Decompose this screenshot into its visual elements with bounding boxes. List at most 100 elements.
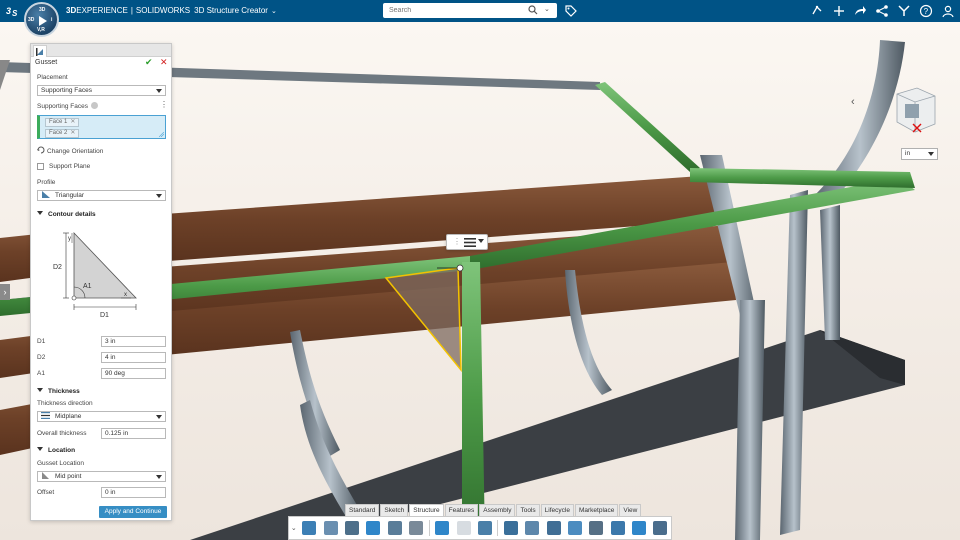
gusset-location-select[interactable]: Mid point — [37, 471, 166, 482]
compass-top-label: 3D — [39, 7, 46, 13]
network-icon[interactable] — [875, 4, 889, 18]
support-plane-checkbox[interactable] — [37, 163, 44, 170]
d1-field[interactable]: 3 in — [101, 336, 166, 347]
face-chip[interactable]: Face 1 ✕ — [45, 118, 80, 127]
measure-icon[interactable] — [586, 517, 607, 539]
tab-standard[interactable]: Standard — [345, 504, 380, 516]
diagram-x-label: x — [124, 292, 127, 298]
face-chip[interactable]: Face 2 ✕ — [45, 129, 80, 138]
remove-icon[interactable]: ✕ — [70, 130, 75, 136]
view-icon[interactable] — [607, 517, 628, 539]
panel-tab[interactable] — [33, 45, 47, 57]
search-dropdown-icon[interactable]: ⌄ — [544, 5, 550, 13]
units-select[interactable]: in — [901, 148, 938, 160]
diagram-a1-label: A1 — [83, 283, 92, 290]
contour-details-title: Contour details — [48, 211, 96, 218]
diagram-d1-label: D1 — [100, 312, 109, 319]
gusset-tab-icon — [36, 48, 43, 56]
rotate-view-icon[interactable] — [500, 517, 521, 539]
tab-marketplace[interactable]: Marketplace — [574, 504, 619, 516]
gusset-location-label: Gusset Location — [37, 460, 84, 467]
overall-thickness-label: Overall thickness — [37, 430, 87, 437]
member-icon[interactable] — [341, 517, 362, 539]
d2-field[interactable]: 4 in — [101, 352, 166, 363]
back-chevron-icon[interactable]: ‹ — [851, 96, 855, 108]
info-icon[interactable] — [90, 102, 98, 109]
a1-field[interactable]: 90 deg — [101, 368, 166, 379]
tag-icon[interactable] — [565, 5, 577, 17]
compass-icon[interactable]: 3D 3D i V,R — [24, 2, 59, 37]
drag-handle-icon[interactable]: ⋮ — [453, 238, 461, 246]
collapse-icon — [37, 388, 43, 392]
trim-icon[interactable] — [363, 517, 384, 539]
structure-icon[interactable] — [299, 517, 320, 539]
render-icon-glyph — [653, 521, 668, 535]
placement-select[interactable]: Supporting Faces — [37, 85, 166, 96]
frame-icon[interactable] — [320, 517, 341, 539]
tab-tools[interactable]: Tools — [516, 504, 540, 516]
cancel-close-icon[interactable]: ✕ — [160, 57, 168, 68]
location-title: Location — [48, 447, 76, 454]
display-style-icon-glyph — [546, 521, 561, 535]
display-style-icon[interactable] — [543, 517, 564, 539]
user-icon[interactable] — [941, 4, 955, 18]
thickness-section[interactable]: Thickness — [37, 388, 80, 395]
help-icon[interactable]: ? — [919, 4, 933, 18]
remove-icon[interactable]: ✕ — [70, 119, 75, 125]
offset-field[interactable]: 0 in — [101, 487, 166, 498]
section-icon[interactable] — [564, 517, 585, 539]
undo-icon[interactable] — [432, 517, 453, 539]
chevron-down-icon[interactable] — [478, 239, 484, 243]
app-brand[interactable]: 3DEXPERIENCE | SOLIDWORKS 3D Structure Crea… — [66, 6, 277, 15]
supporting-faces-list[interactable]: Face 1 ✕ Face 2 ✕ — [37, 115, 166, 139]
redo-icon[interactable] — [453, 517, 474, 539]
render-icon[interactable] — [650, 517, 671, 539]
compass-bottom-label: V,R — [37, 27, 45, 33]
share-icon[interactable] — [810, 4, 824, 18]
tab-structure[interactable]: Structure — [409, 504, 444, 516]
more-options-icon[interactable]: ⋮ — [160, 101, 168, 109]
collapse-icon — [37, 447, 43, 451]
ok-check-icon[interactable]: ✔ — [145, 57, 153, 68]
contour-details-section[interactable]: Contour details — [37, 211, 96, 218]
search-input[interactable] — [383, 3, 523, 18]
change-orientation-button[interactable]: Change Orientation — [37, 146, 103, 155]
tab-view[interactable]: View — [619, 504, 642, 516]
appearance-icon[interactable] — [628, 517, 649, 539]
svg-text:?: ? — [924, 7, 929, 16]
tab-assembly[interactable]: Assembly — [479, 504, 516, 516]
apply-and-continue-button[interactable]: Apply and Continue — [99, 506, 167, 518]
action-bar: ⌄ — [288, 516, 672, 540]
d1-label: D1 — [37, 338, 46, 345]
view-orientation-icon[interactable] — [522, 517, 543, 539]
viewcube-icon[interactable] — [887, 84, 939, 136]
top-bar: 3S 3DEXPERIENCE | SOLIDWORKS 3D Structure C… — [0, 0, 960, 22]
chevron-down-icon — [156, 89, 162, 93]
settings-icon[interactable] — [405, 517, 426, 539]
tab-features[interactable]: Features — [444, 504, 479, 516]
forward-icon[interactable] — [853, 4, 867, 18]
location-section[interactable]: Location — [37, 447, 75, 454]
add-icon[interactable] — [832, 4, 846, 18]
brand-product: SOLIDWORKS — [135, 6, 191, 15]
settings-icon-glyph — [408, 521, 423, 535]
thickness-direction-select[interactable]: Midplane — [37, 411, 166, 422]
resize-handle-icon[interactable] — [159, 132, 164, 137]
overall-thickness-field[interactable]: 0.125 in — [101, 428, 166, 439]
chevron-down-icon[interactable]: ⌄ — [271, 8, 277, 15]
help-tool-icon-glyph — [477, 521, 492, 535]
profile-select[interactable]: Triangular — [37, 190, 166, 201]
list-menu-icon[interactable] — [464, 238, 476, 247]
help-tool-icon[interactable] — [474, 517, 495, 539]
expand-left-arrow[interactable]: › — [0, 284, 10, 300]
ds-logo-icon[interactable]: 3S — [5, 3, 21, 19]
supporting-faces-text: Supporting Faces — [37, 103, 88, 110]
tools-icon[interactable] — [897, 4, 911, 18]
view-orientation-icon-glyph — [525, 521, 540, 535]
chevron-down-icon[interactable]: ⌄ — [289, 524, 299, 532]
gusset-tool-icon[interactable] — [384, 517, 405, 539]
search-icon[interactable] — [528, 5, 538, 15]
context-toolbar[interactable]: ⋮ — [446, 234, 488, 250]
tab-lifecycle[interactable]: Lifecycle — [540, 504, 574, 516]
tab-sketch[interactable]: Sketch — [380, 504, 409, 516]
